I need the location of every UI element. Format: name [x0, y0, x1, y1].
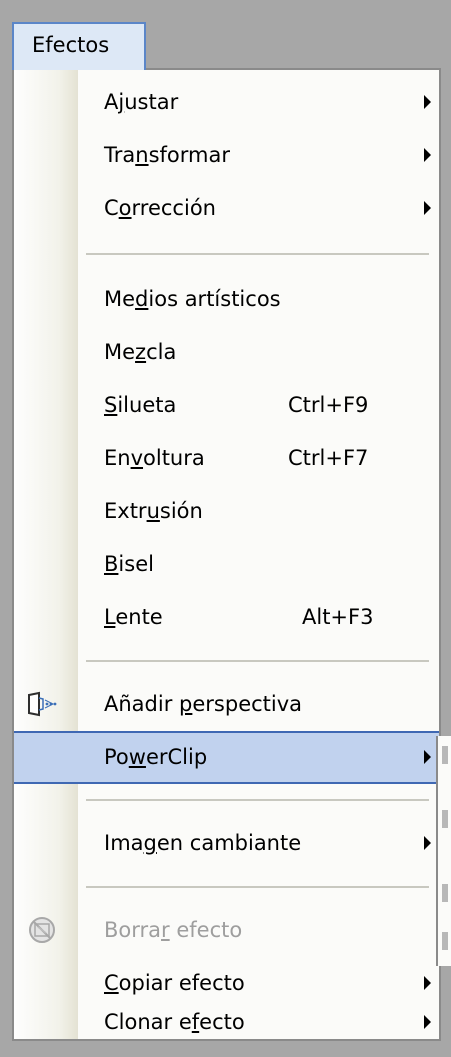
menu-item-extrusion[interactable]: Extrusión	[16, 485, 437, 538]
menu-item-medios-artisticos[interactable]: Medios artísticos	[16, 273, 437, 326]
submenu-arrow-icon	[424, 95, 431, 109]
clear-effect-icon	[26, 916, 58, 944]
menu-item-envoltura[interactable]: Envoltura Ctrl+F7	[16, 432, 437, 485]
menu-separator	[86, 886, 429, 888]
submenu-item-marker	[442, 746, 448, 764]
menu-item-label: Imagen cambiante	[104, 831, 302, 855]
menu-item-label: Transformar	[104, 143, 230, 167]
menu-item-label: Bisel	[104, 552, 154, 576]
submenu-arrow-icon	[424, 750, 431, 764]
submenu-arrow-icon	[424, 1015, 431, 1029]
menu-item-label: Envoltura	[104, 446, 205, 470]
menu-item-clonar-efecto[interactable]: Clonar efecto	[16, 988, 437, 1038]
menu-item-silueta[interactable]: Silueta Ctrl+F9	[16, 379, 437, 432]
menu-separator	[86, 253, 429, 255]
submenu-item-marker	[442, 884, 448, 902]
submenu-item-marker	[442, 810, 448, 828]
menu-item-label: Extrusión	[104, 499, 203, 523]
menu-title: Efectos	[32, 33, 110, 57]
menu-item-bisel[interactable]: Bisel	[16, 538, 437, 591]
menu-item-label: Añadir perspectiva	[104, 692, 303, 716]
menu-item-label: Clonar efecto	[104, 1010, 245, 1034]
menu-separator	[86, 799, 429, 801]
menu-item-transformar[interactable]: Transformar	[16, 129, 437, 182]
menu-item-correccion[interactable]: Corrección	[16, 182, 437, 235]
menu-item-shortcut: Alt+F3	[302, 605, 374, 629]
submenu-item-marker	[442, 932, 448, 950]
menu-title-tab[interactable]: Efectos	[12, 22, 146, 70]
submenu-arrow-icon	[424, 201, 431, 215]
menu-item-shortcut: Ctrl+F7	[288, 446, 369, 470]
perspective-icon	[26, 690, 58, 718]
menu-item-label: Mezcla	[104, 340, 177, 364]
menu-item-ajustar[interactable]: Ajustar	[16, 76, 437, 129]
effects-dropdown-menu: Ajustar Transformar Corrección Medios ar…	[12, 68, 441, 1041]
menu-item-mezcla[interactable]: Mezcla	[16, 326, 437, 379]
submenu-arrow-icon	[424, 148, 431, 162]
menu-item-powerclip[interactable]: PowerClip	[14, 731, 439, 784]
menu-item-label: Silueta	[104, 393, 177, 417]
menu-item-label: Medios artísticos	[104, 287, 281, 311]
menu-item-borrar-efecto: Borrar efecto	[16, 904, 437, 957]
menu-item-label: Corrección	[104, 196, 216, 220]
menu-item-label: Lente	[104, 605, 163, 629]
menu-item-lente[interactable]: Lente Alt+F3	[16, 591, 437, 644]
powerclip-submenu-edge[interactable]	[436, 736, 451, 966]
menu-item-label: Ajustar	[104, 90, 179, 114]
menu-separator	[86, 660, 429, 662]
submenu-arrow-icon	[424, 836, 431, 850]
menu-item-imagen-cambiante[interactable]: Imagen cambiante	[16, 817, 437, 870]
menu-item-shortcut: Ctrl+F9	[288, 393, 369, 417]
menu-item-label: PowerClip	[104, 745, 208, 769]
menu-item-label: Borrar efecto	[104, 918, 243, 942]
menu-item-anadir-perspectiva[interactable]: Añadir perspectiva	[16, 678, 437, 731]
